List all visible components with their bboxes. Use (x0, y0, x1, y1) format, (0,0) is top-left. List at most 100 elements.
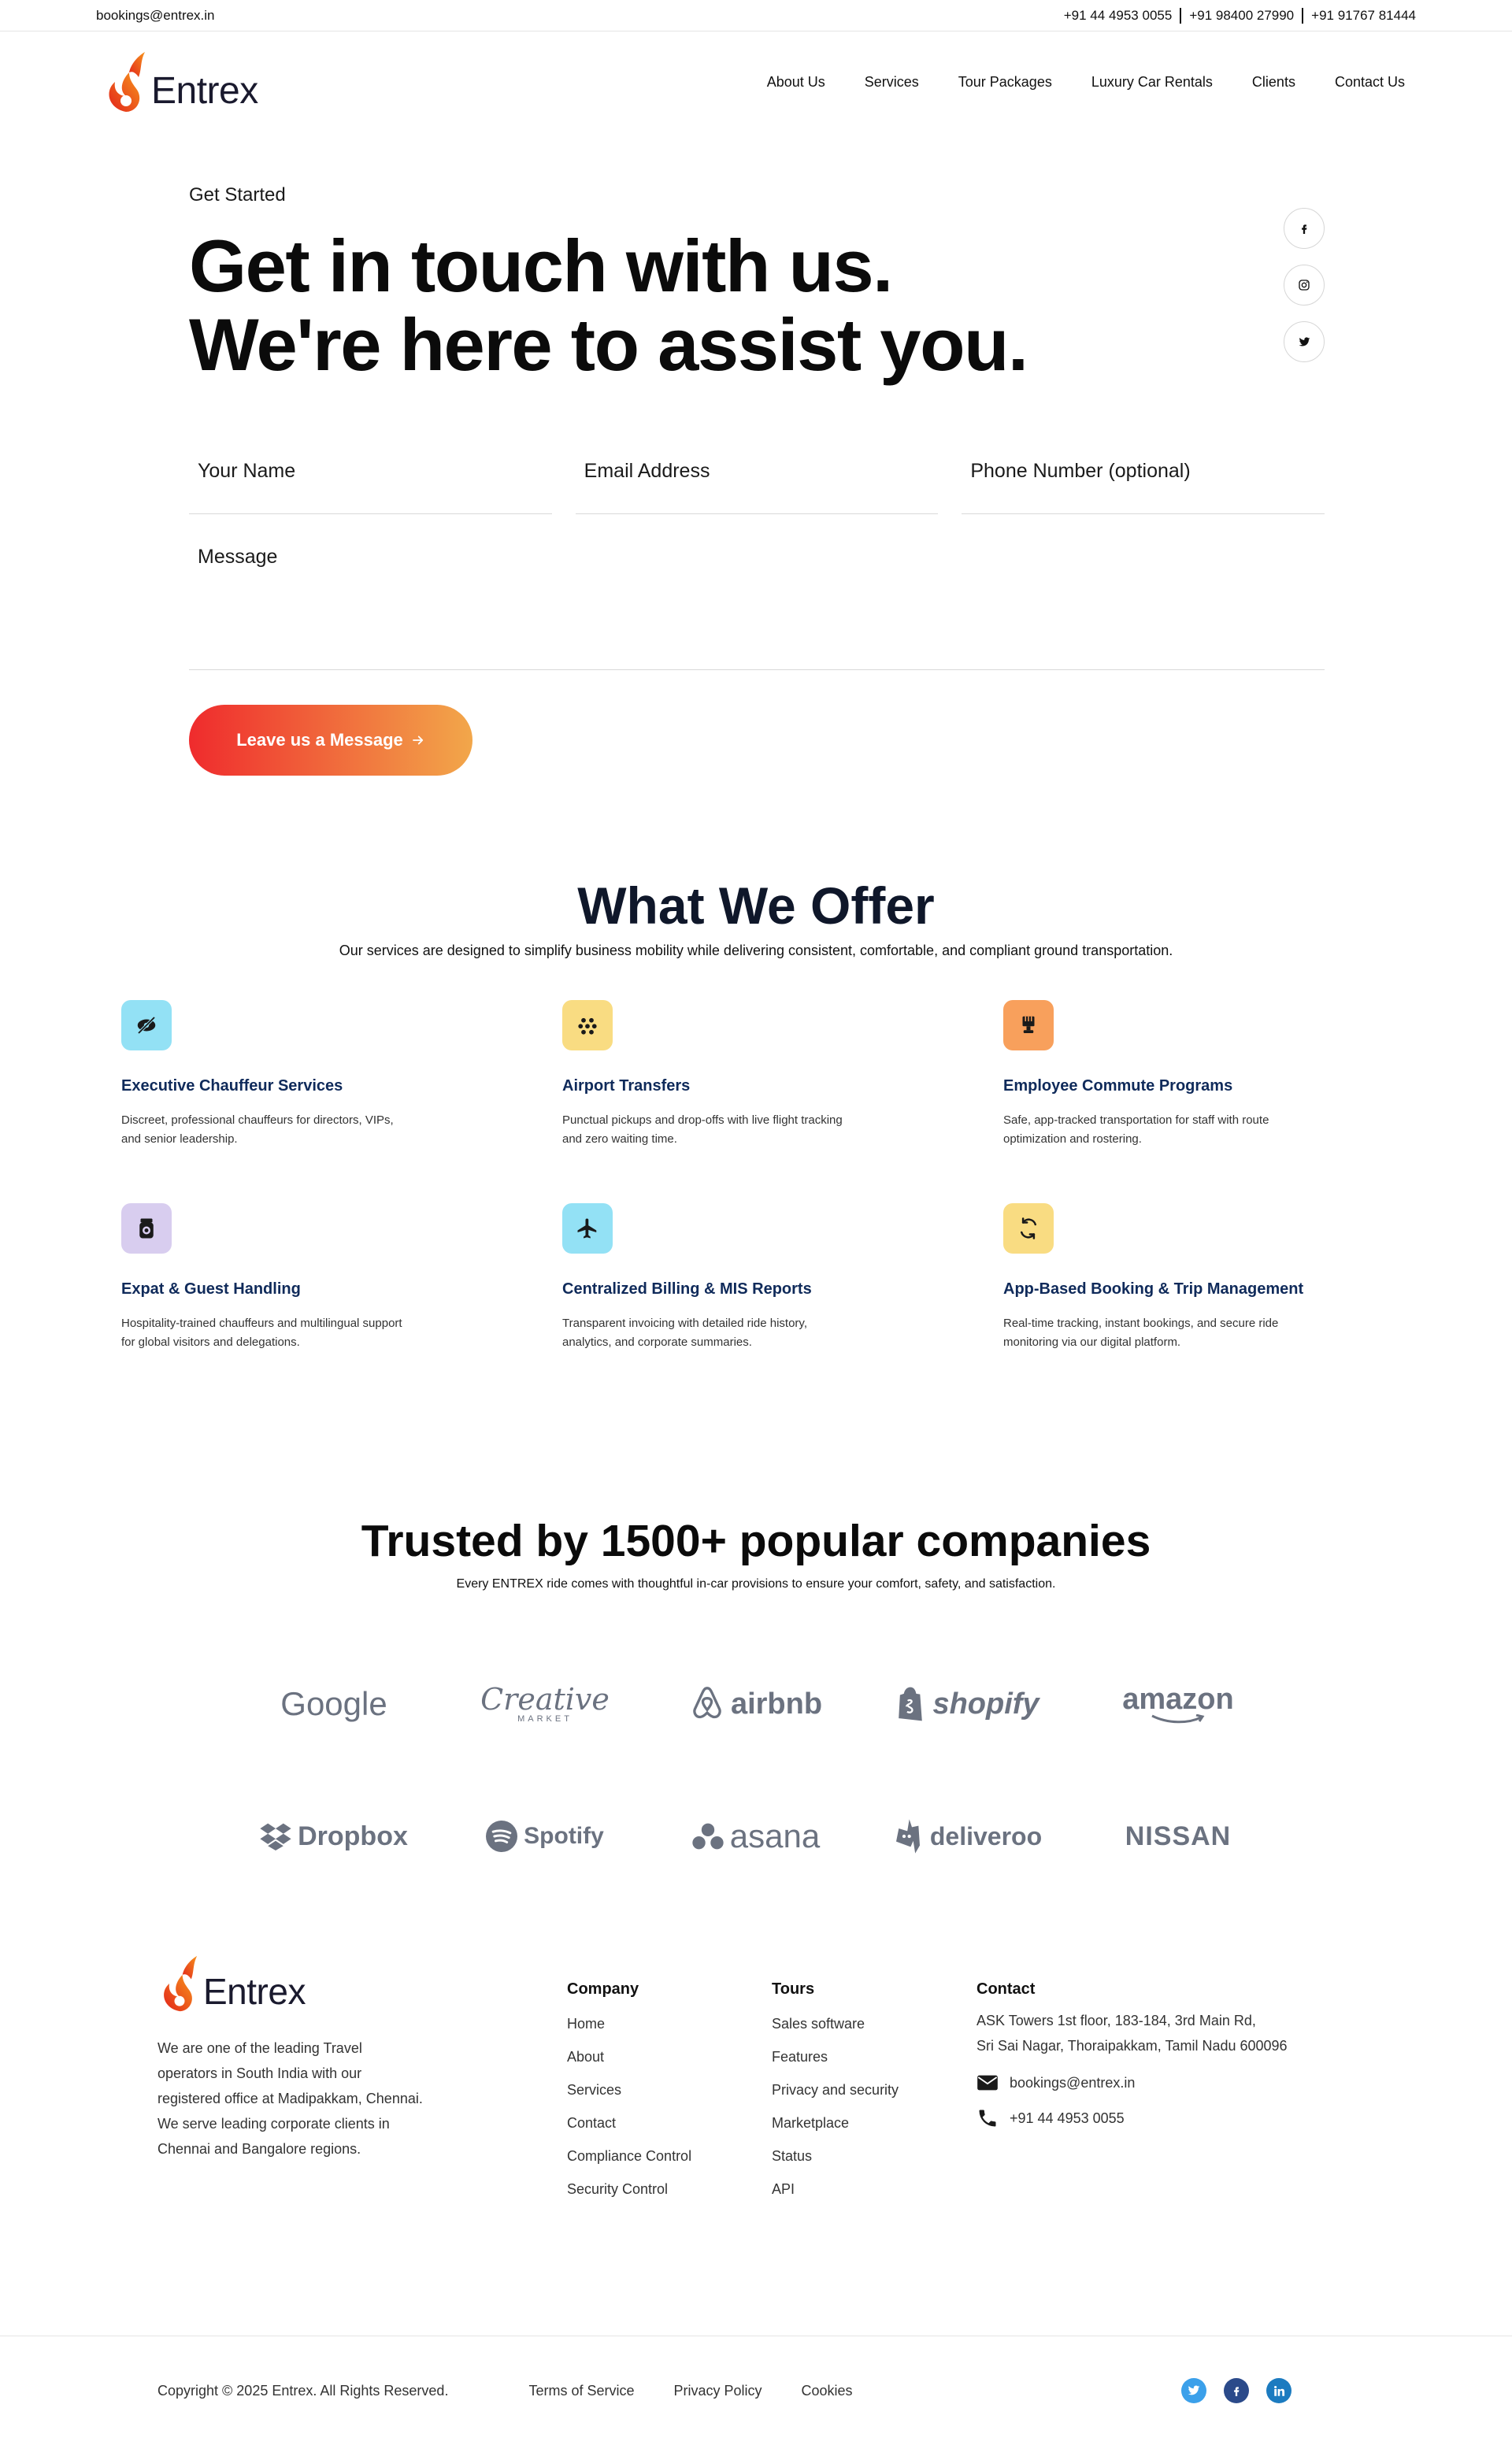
google-wordmark: Google (280, 1685, 387, 1722)
footer-link-privacy-security[interactable]: Privacy and security (772, 2082, 899, 2099)
offer-heading: What We Offer (577, 876, 935, 935)
linkedin-button[interactable] (1266, 2378, 1292, 2403)
contact-phone: +91 44 4953 0055 (1010, 2110, 1125, 2126)
terms-link[interactable]: Terms of Service (528, 2383, 634, 2399)
facebook-icon (1234, 2387, 1240, 2396)
plane-icon (577, 1218, 597, 1239)
footer-logo[interactable]: Entrex (158, 1954, 306, 2013)
message-field[interactable]: Message (189, 514, 1325, 670)
contact-email: bookings@entrex.in (1010, 2074, 1136, 2091)
linkedin-icon (1273, 2385, 1284, 2396)
instagram-button[interactable] (1284, 265, 1325, 306)
nissan-wordmark: NISSAN (1125, 1821, 1232, 1851)
dropbox-wordmark: Dropbox (298, 1821, 408, 1851)
footer-link-about[interactable]: About (567, 2049, 691, 2065)
dropbox-logo: Dropbox (228, 1770, 439, 1902)
trusted-subtitle: Every ENTREX ride comes with thoughtful … (456, 1577, 1056, 1591)
spotify-wordmark: Spotify (524, 1823, 604, 1849)
contact-heading: Contact (976, 1980, 1036, 1998)
topbar-phones: +91 44 4953 0055 +91 98400 27990 +91 917… (1064, 7, 1416, 24)
nav-services[interactable]: Services (865, 74, 919, 91)
service-desc: Hospitality-trained chauffeurs and multi… (121, 1317, 402, 1349)
service-title: Centralized Billing & MIS Reports (562, 1280, 812, 1298)
footer-link-home[interactable]: Home (567, 2016, 691, 2032)
twitter-button[interactable] (1284, 321, 1325, 362)
name-field[interactable]: Your Name (189, 429, 552, 514)
cookies-link[interactable]: Cookies (802, 2383, 853, 2399)
facebook-button[interactable] (1284, 208, 1325, 249)
asana-wordmark: asana (729, 1817, 821, 1854)
client-logos: Google Creative MARKET airbnb shopify am… (228, 1638, 1284, 1902)
footer-about: We are one of the leading Travel operato… (158, 2040, 423, 2157)
footer-bottom-bar: Copyright © 2025 Entrex. All Rights Rese… (158, 2378, 1292, 2403)
nav-luxury-car-rentals[interactable]: Luxury Car Rentals (1091, 74, 1213, 91)
flame-logo-icon (109, 52, 145, 112)
leave-message-label: Leave us a Message (236, 730, 403, 750)
twitter-button[interactable] (1181, 2378, 1206, 2403)
footer-company-column: Company Home About Services Contact Comp… (567, 1980, 691, 2214)
eye-off-icon (137, 1016, 156, 1035)
nav-clients[interactable]: Clients (1252, 74, 1295, 91)
footer-link-marketplace[interactable]: Marketplace (772, 2115, 899, 2132)
footer-link-status[interactable]: Status (772, 2148, 899, 2165)
contact-phone-row[interactable]: +91 44 4953 0055 (976, 2107, 1288, 2129)
service-card: Centralized Billing & MIS Reports Transp… (562, 1203, 1003, 1406)
side-social-links (1284, 208, 1325, 362)
site-logo[interactable]: Entrex (102, 50, 258, 113)
title-line-1: Get in touch with us. (189, 224, 893, 307)
spotify-logo: Spotify (439, 1770, 650, 1902)
service-title: App-Based Booking & Trip Management (1003, 1280, 1304, 1298)
mail-icon (977, 2075, 998, 2091)
service-icon-box (121, 1000, 172, 1050)
amazon-wordmark: amazon (1122, 1683, 1234, 1716)
asana-logo: asana (650, 1770, 862, 1902)
contact-email-row[interactable]: bookings@entrex.in (976, 2074, 1288, 2091)
amazon-logo: amazon (1073, 1638, 1284, 1770)
nav-contact-us[interactable]: Contact Us (1335, 74, 1405, 91)
footer-link-services[interactable]: Services (567, 2082, 691, 2099)
facebook-icon (1302, 224, 1307, 234)
spotify-icon (486, 1821, 518, 1852)
footer-link-compliance-control[interactable]: Compliance Control (567, 2148, 691, 2165)
phone-2[interactable]: +91 98400 27990 (1189, 8, 1294, 24)
title-line-2: We're here to assist you. (189, 303, 1028, 386)
service-desc: Real-time tracking, instant bookings, an… (1003, 1317, 1279, 1349)
phone-3[interactable]: +91 91767 81444 (1311, 8, 1416, 24)
main-nav: Entrex About Us Services Tour Packages L… (0, 31, 1512, 132)
privacy-link[interactable]: Privacy Policy (674, 2383, 762, 2399)
footer-tours-column: Tours Sales software Features Privacy an… (772, 1980, 899, 2214)
service-icon-box (1003, 1000, 1054, 1050)
footer-link-security-control[interactable]: Security Control (567, 2181, 691, 2198)
address-line-2: Sri Sai Nagar, Thoraipakkam, Tamil Nadu … (976, 2038, 1288, 2054)
airbnb-wordmark: airbnb (730, 1687, 823, 1721)
service-card: Airport Transfers Punctual pickups and d… (562, 1000, 1003, 1203)
topbar-email[interactable]: bookings@entrex.in (96, 8, 215, 24)
service-title: Expat & Guest Handling (121, 1280, 301, 1298)
phone-1[interactable]: +91 44 4953 0055 (1064, 8, 1173, 24)
footer-link-features[interactable]: Features (772, 2049, 899, 2065)
logo-wordmark: Entrex (151, 70, 258, 112)
google-logo: Google (228, 1638, 439, 1770)
footer-link-sales-software[interactable]: Sales software (772, 2016, 899, 2032)
nav-tour-packages[interactable]: Tour Packages (958, 74, 1052, 91)
airbnb-logo: airbnb (650, 1638, 862, 1770)
service-desc: Punctual pickups and drop-offs with live… (562, 1113, 843, 1146)
footer-link-api[interactable]: API (772, 2181, 899, 2198)
nav-menu: About Us Services Tour Packages Luxury C… (767, 74, 1405, 91)
service-title: Executive Chauffeur Services (121, 1077, 343, 1095)
phone-field[interactable]: Phone Number (optional) (962, 429, 1325, 514)
arrow-right-icon (412, 735, 423, 745)
footer-link-contact[interactable]: Contact (567, 2115, 691, 2132)
amazon-smile-icon (1151, 1714, 1205, 1724)
asana-icon (692, 1823, 724, 1850)
sync-icon (1021, 1217, 1036, 1239)
phone-icon (979, 2110, 996, 2127)
footer-logo-wordmark: Entrex (203, 1971, 306, 2012)
email-field[interactable]: Email Address (575, 429, 939, 514)
service-icon-box (562, 1203, 613, 1254)
service-desc: Discreet, professional chauffeurs for di… (121, 1113, 394, 1146)
nav-about-us[interactable]: About Us (767, 74, 825, 91)
leave-message-button[interactable]: Leave us a Message (189, 705, 472, 776)
offer-subtitle: Our services are designed to simplify bu… (339, 943, 1173, 958)
facebook-button[interactable] (1224, 2378, 1249, 2403)
